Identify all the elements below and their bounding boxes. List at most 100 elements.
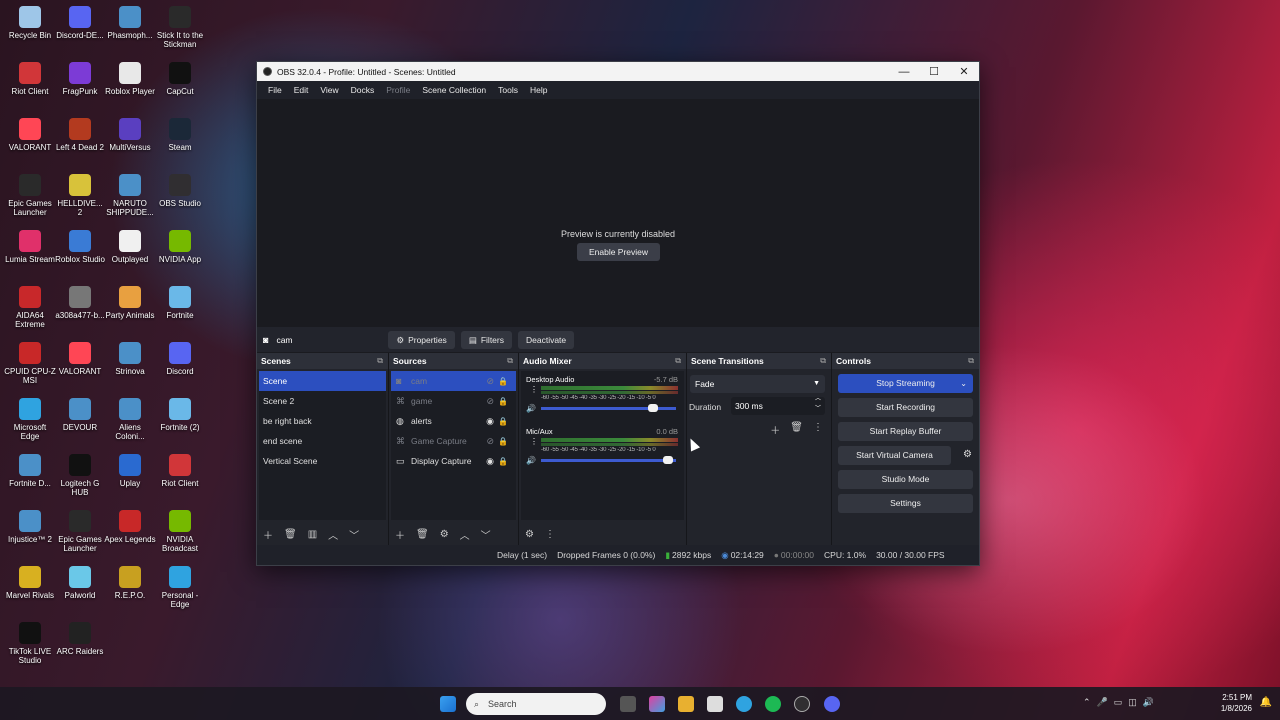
desktop-icon[interactable]: ARC Raiders [54, 622, 106, 656]
filter-icon[interactable]: ▥ [308, 529, 317, 540]
transition-select[interactable]: Fade ▼ [690, 375, 825, 393]
copilot-icon[interactable] [649, 696, 665, 712]
desktop-icon[interactable]: Riot Client [4, 62, 56, 96]
source-item[interactable]: ▭ Display Capture ◉ 🔒 [391, 451, 516, 471]
eye-icon[interactable]: ◉ [486, 416, 494, 427]
desktop-icon[interactable]: DEVOUR [54, 398, 106, 432]
scene-item[interactable]: be right back [259, 411, 386, 431]
desktop-icon[interactable]: NVIDIA Broadcast [154, 510, 206, 553]
undock-icon[interactable]: ⧉ [507, 353, 513, 369]
source-item[interactable]: ◍ alerts ◉ 🔒 [391, 411, 516, 431]
scene-item[interactable]: Scene 2 [259, 391, 386, 411]
add-icon[interactable]: ＋ [395, 527, 405, 542]
desktop-icon[interactable]: NVIDIA App [154, 230, 206, 264]
more-vertical-icon[interactable]: ⋮ [530, 437, 538, 446]
desktop-icon[interactable]: NARUTO SHIPPUDE... [104, 174, 156, 217]
add-icon[interactable]: ＋ [770, 422, 780, 437]
studio-mode-button[interactable]: Studio Mode [838, 470, 973, 489]
source-item[interactable]: ⌘ Game Capture ⊘ 🔒 [391, 431, 516, 451]
desktop-icon[interactable]: Apex Legends [104, 510, 156, 544]
desktop-icon[interactable]: Injustice™ 2 [4, 510, 56, 544]
undock-icon[interactable]: ⧉ [675, 353, 681, 369]
start-recording-button[interactable]: Start Recording [838, 398, 973, 417]
chevron-up-icon[interactable]: ︿ [460, 527, 470, 542]
source-item[interactable]: ⌘ game ⊘ 🔒 [391, 391, 516, 411]
lock-icon[interactable]: 🔒 [498, 377, 508, 386]
stepper-icon[interactable]: ︿ ﹀ [815, 394, 821, 414]
menu-file[interactable]: File [268, 85, 282, 95]
menu-edit[interactable]: Edit [294, 85, 309, 95]
start-virtual-camera-button[interactable]: Start Virtual Camera [838, 446, 951, 465]
desktop-icon[interactable]: CapCut [154, 62, 206, 96]
slider-knob[interactable] [663, 456, 674, 464]
desktop-icon[interactable]: Fortnite (2) [154, 398, 206, 432]
speaker-icon[interactable]: 🔊 [526, 404, 536, 413]
store-icon[interactable] [707, 696, 723, 712]
lock-icon[interactable]: 🔒 [498, 437, 508, 446]
windows-start-icon[interactable] [440, 696, 456, 712]
more-vertical-icon[interactable]: ⋮ [545, 529, 555, 540]
deactivate-button[interactable]: Deactivate [517, 330, 575, 349]
stop-streaming-button[interactable]: Stop Streaming ⌄ [838, 374, 973, 393]
chevron-down-icon[interactable]: ﹀ [481, 527, 491, 542]
desktop-icon[interactable]: Roblox Studio [54, 230, 106, 264]
undock-icon[interactable]: ⧉ [820, 353, 826, 369]
trash-icon[interactable]: 🗑 [790, 422, 803, 437]
maximize-button[interactable]: ☐ [919, 65, 949, 78]
menu-tools[interactable]: Tools [498, 85, 518, 95]
gear-icon[interactable]: ⚙ [525, 529, 534, 540]
obs-taskbar-icon[interactable] [794, 696, 810, 712]
discord-taskbar-icon[interactable] [824, 696, 840, 712]
spotify-icon[interactable] [765, 696, 781, 712]
desktop-icon[interactable]: AIDA64 Extreme [4, 286, 56, 329]
desktop-icon[interactable]: a308a477-b... [54, 286, 106, 320]
desktop-icon[interactable]: HELLDIVE... 2 [54, 174, 106, 217]
duration-input[interactable]: 300 ms ︿ ﹀ [731, 394, 825, 415]
trash-icon[interactable]: 🗑 [284, 529, 297, 540]
clock[interactable]: 2:51 PM 1/8/2026 [1221, 692, 1252, 714]
file-explorer-icon[interactable] [678, 696, 694, 712]
scene-item[interactable]: Vertical Scene [259, 451, 386, 471]
gear-icon[interactable]: ⚙ [440, 529, 449, 540]
chevron-up-icon[interactable]: ︿ [328, 527, 338, 542]
desktop-icon[interactable]: Uplay [104, 454, 156, 488]
menu-view[interactable]: View [320, 85, 338, 95]
system-tray[interactable]: ⌃🎤▭◫🔊 [1083, 697, 1160, 708]
desktop-icon[interactable]: Party Animals [104, 286, 156, 320]
source-item[interactable]: ◙ cam ⊘ 🔒 [391, 371, 516, 391]
desktop-icon[interactable]: Strinova [104, 342, 156, 376]
enable-preview-button[interactable]: Enable Preview [577, 243, 660, 261]
add-icon[interactable]: ＋ [263, 527, 273, 542]
desktop-icon[interactable]: Fortnite D... [4, 454, 56, 488]
eye-hidden-icon[interactable]: ⊘ [486, 396, 494, 407]
menu-profile[interactable]: Profile [386, 85, 410, 95]
volume-slider[interactable] [541, 456, 676, 464]
edge-icon[interactable] [736, 696, 752, 712]
desktop-icon[interactable]: Personal - Edge [154, 566, 206, 609]
eye-icon[interactable]: ◉ [486, 456, 494, 467]
desktop-icon[interactable]: MultiVersus [104, 118, 156, 152]
scene-item[interactable]: Scene [259, 371, 386, 391]
close-button[interactable]: ✕ [949, 65, 979, 78]
desktop-icon[interactable]: Outplayed [104, 230, 156, 264]
volume-slider[interactable] [541, 404, 676, 412]
desktop-icon[interactable]: Riot Client [154, 454, 206, 488]
lock-icon[interactable]: 🔒 [498, 417, 508, 426]
desktop-icon[interactable]: Stick It to the Stickman [154, 6, 206, 49]
desktop-icon[interactable]: Marvel Rivals [4, 566, 56, 600]
desktop-icon[interactable]: VALORANT [54, 342, 106, 376]
desktop-icon[interactable]: Discord [154, 342, 206, 376]
more-vertical-icon[interactable]: ⋮ [813, 422, 823, 437]
trash-icon[interactable]: 🗑 [416, 529, 429, 540]
scene-item[interactable]: end scene [259, 431, 386, 451]
properties-button[interactable]: ⚙ Properties [388, 330, 455, 349]
menu-help[interactable]: Help [530, 85, 547, 95]
minimize-button[interactable]: — [889, 66, 919, 78]
lock-icon[interactable]: 🔒 [498, 397, 508, 406]
desktop-icon[interactable]: VALORANT [4, 118, 56, 152]
desktop-icon[interactable]: Roblox Player [104, 62, 156, 96]
desktop-icon[interactable]: Steam [154, 118, 206, 152]
settings-button[interactable]: Settings [838, 494, 973, 513]
desktop-icon[interactable]: Recycle Bin [4, 6, 56, 40]
desktop-icon[interactable]: Palworld [54, 566, 106, 600]
